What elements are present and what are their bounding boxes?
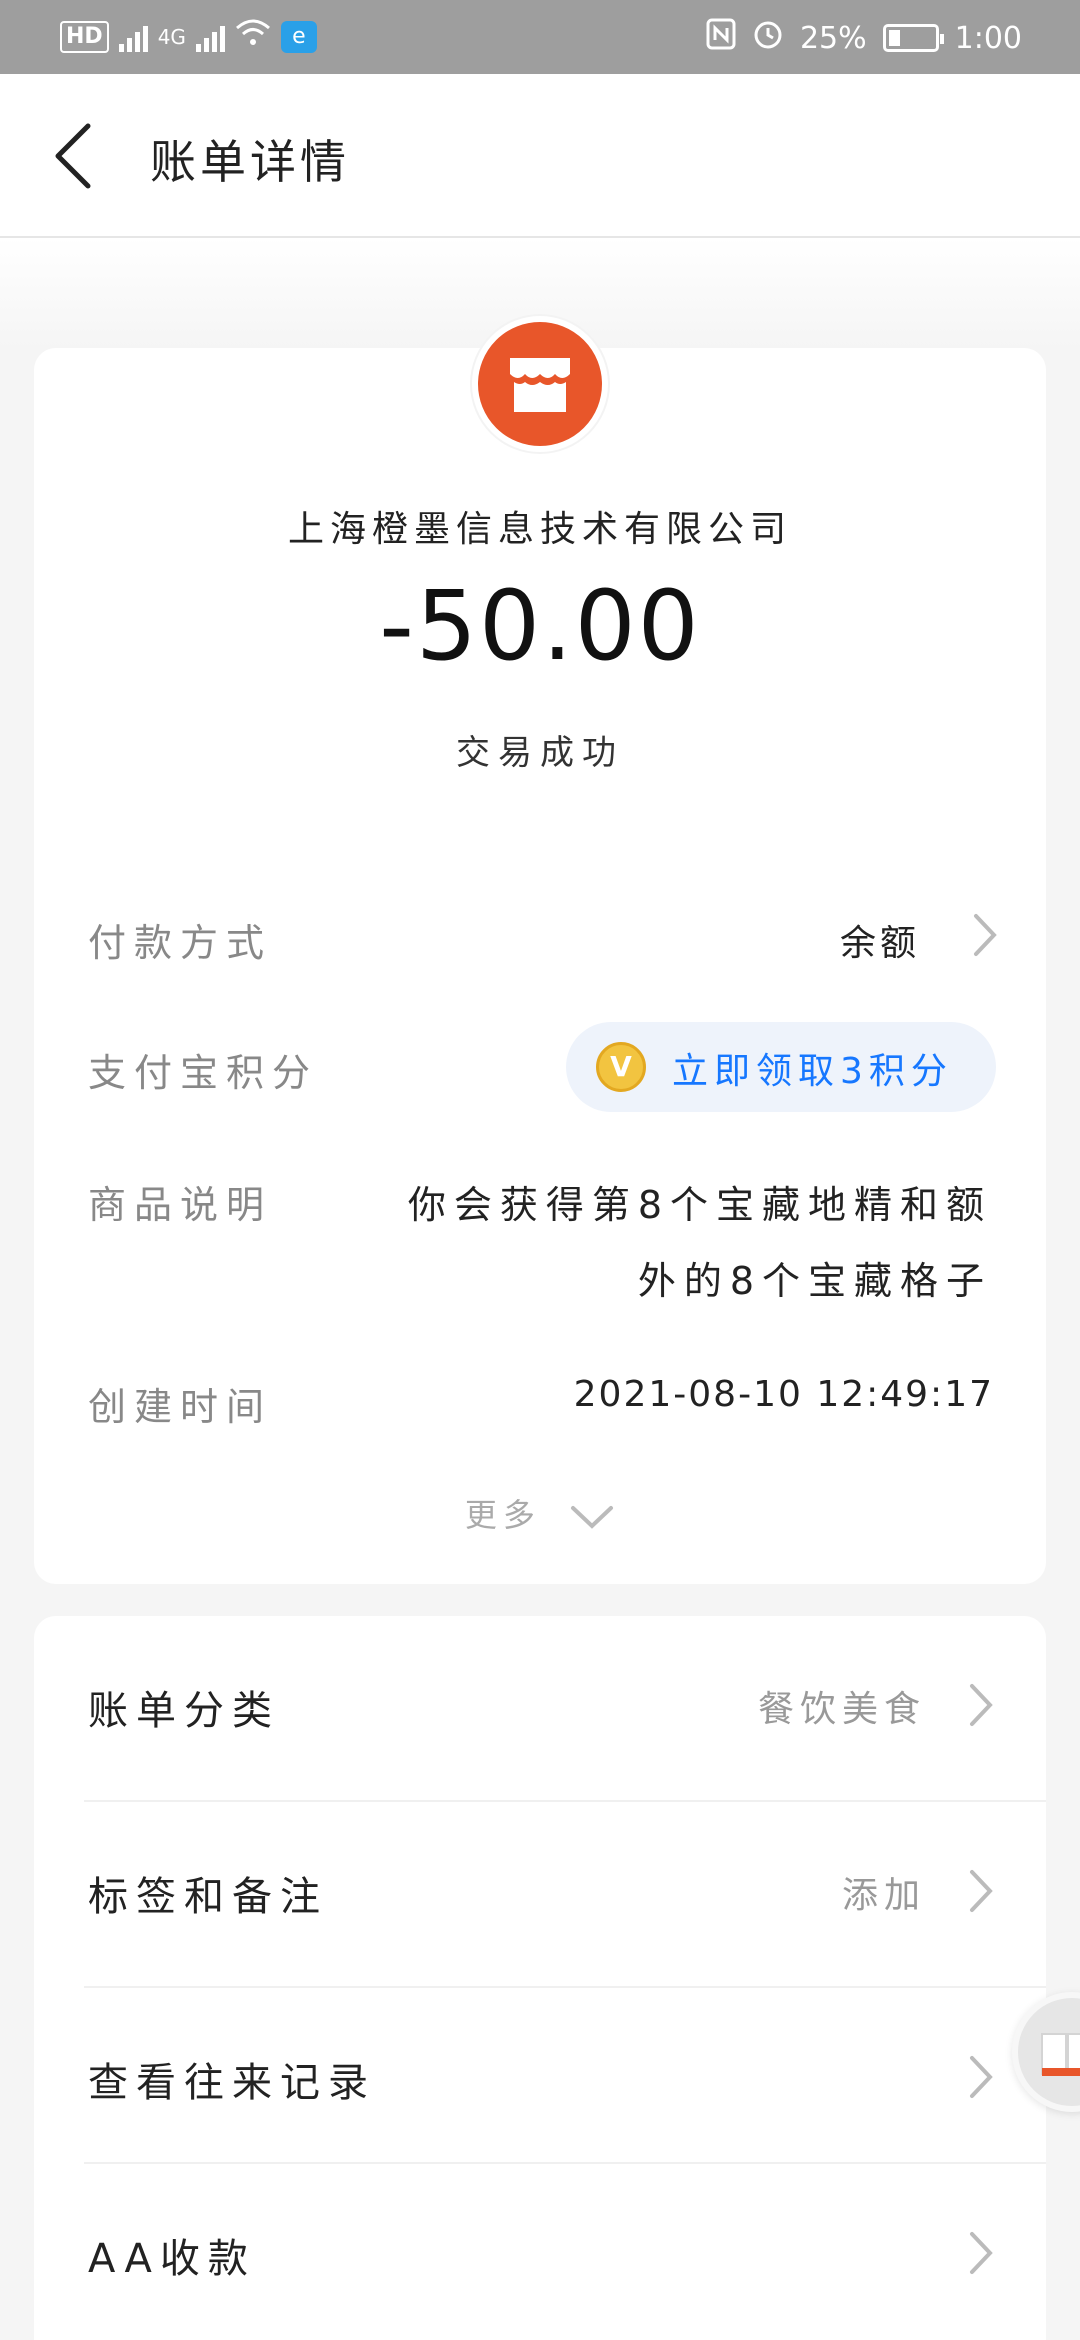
battery-fill bbox=[888, 30, 900, 46]
chevron-down-icon bbox=[571, 1506, 614, 1529]
tags-notes-value: 添加 bbox=[841, 1875, 926, 1916]
product-desc-line1: 你会获得第8个宝藏地精和额 bbox=[407, 1183, 992, 1227]
list-item-aa-collect[interactable]: AA收款 bbox=[34, 2164, 1046, 2340]
list-item-bill-category[interactable]: 账单分类 餐饮美食 bbox=[34, 1616, 1046, 1802]
payment-method-label: 付款方式 bbox=[88, 921, 273, 965]
app-notification-icon: e bbox=[280, 21, 317, 53]
back-button[interactable] bbox=[44, 118, 114, 194]
alipay-points-label: 支付宝积分 bbox=[88, 1051, 319, 1095]
signal-icon bbox=[118, 22, 148, 52]
claim-points-button[interactable]: V 立即领取3积分 bbox=[566, 1022, 996, 1112]
tags-notes-label: 标签和备注 bbox=[88, 1874, 328, 1920]
book-icon bbox=[1041, 2033, 1080, 2076]
bill-category-label: 账单分类 bbox=[88, 1688, 280, 1734]
transaction-amount: -50.00 bbox=[379, 570, 701, 682]
payment-method-chevron-icon[interactable] bbox=[970, 910, 1000, 960]
merchant-name: 上海橙墨信息技术有限公司 bbox=[287, 509, 792, 550]
status-right: 25% 1:00 bbox=[706, 18, 1022, 58]
more-toggle[interactable]: 更多 bbox=[0, 1490, 1080, 1536]
chevron-right-icon bbox=[966, 2052, 996, 2102]
product-desc-label: 商品说明 bbox=[88, 1183, 273, 1227]
history-label: 查看往来记录 bbox=[88, 2060, 376, 2106]
more-label: 更多 bbox=[464, 1496, 541, 1534]
wifi-icon bbox=[235, 18, 271, 56]
app-header: 账单详情 bbox=[0, 74, 1080, 238]
created-time-label: 创建时间 bbox=[88, 1385, 273, 1429]
battery-icon bbox=[882, 24, 944, 52]
merchant-logo bbox=[472, 316, 608, 452]
page-title: 账单详情 bbox=[150, 135, 350, 189]
chevron-right-icon bbox=[966, 1866, 996, 1916]
transaction-status: 交易成功 bbox=[456, 733, 624, 773]
list-item-tags-notes[interactable]: 标签和备注 添加 bbox=[34, 1802, 1046, 1988]
aa-collect-label: AA收款 bbox=[88, 2236, 256, 2282]
created-time-value: 2021-08-10 12:49:17 bbox=[573, 1374, 994, 1415]
chevron-right-icon bbox=[966, 1680, 996, 1730]
signal-icon-2 bbox=[195, 22, 225, 52]
status-time: 1:00 bbox=[954, 20, 1022, 56]
chevron-right-icon bbox=[966, 2228, 996, 2278]
v-badge-icon: V bbox=[596, 1042, 646, 1092]
status-left: HD 4G e bbox=[60, 18, 317, 56]
claim-points-label: 立即领取3积分 bbox=[672, 1051, 953, 1092]
store-icon bbox=[510, 358, 570, 412]
network-type: 4G bbox=[157, 25, 186, 49]
hd-badge: HD bbox=[60, 21, 109, 53]
nfc-icon bbox=[706, 18, 736, 58]
list-item-history[interactable]: 查看往来记录 bbox=[34, 1988, 1046, 2164]
payment-method-value[interactable]: 余额 bbox=[840, 914, 920, 966]
alarm-icon bbox=[752, 18, 784, 58]
bill-category-value: 餐饮美食 bbox=[757, 1689, 926, 1730]
battery-percent: 25% bbox=[799, 20, 867, 56]
chevron-left-icon bbox=[55, 123, 91, 189]
status-bar: HD 4G e 25% 1:00 bbox=[0, 0, 1080, 74]
product-desc-line2: 外的8个宝藏格子 bbox=[637, 1259, 992, 1303]
